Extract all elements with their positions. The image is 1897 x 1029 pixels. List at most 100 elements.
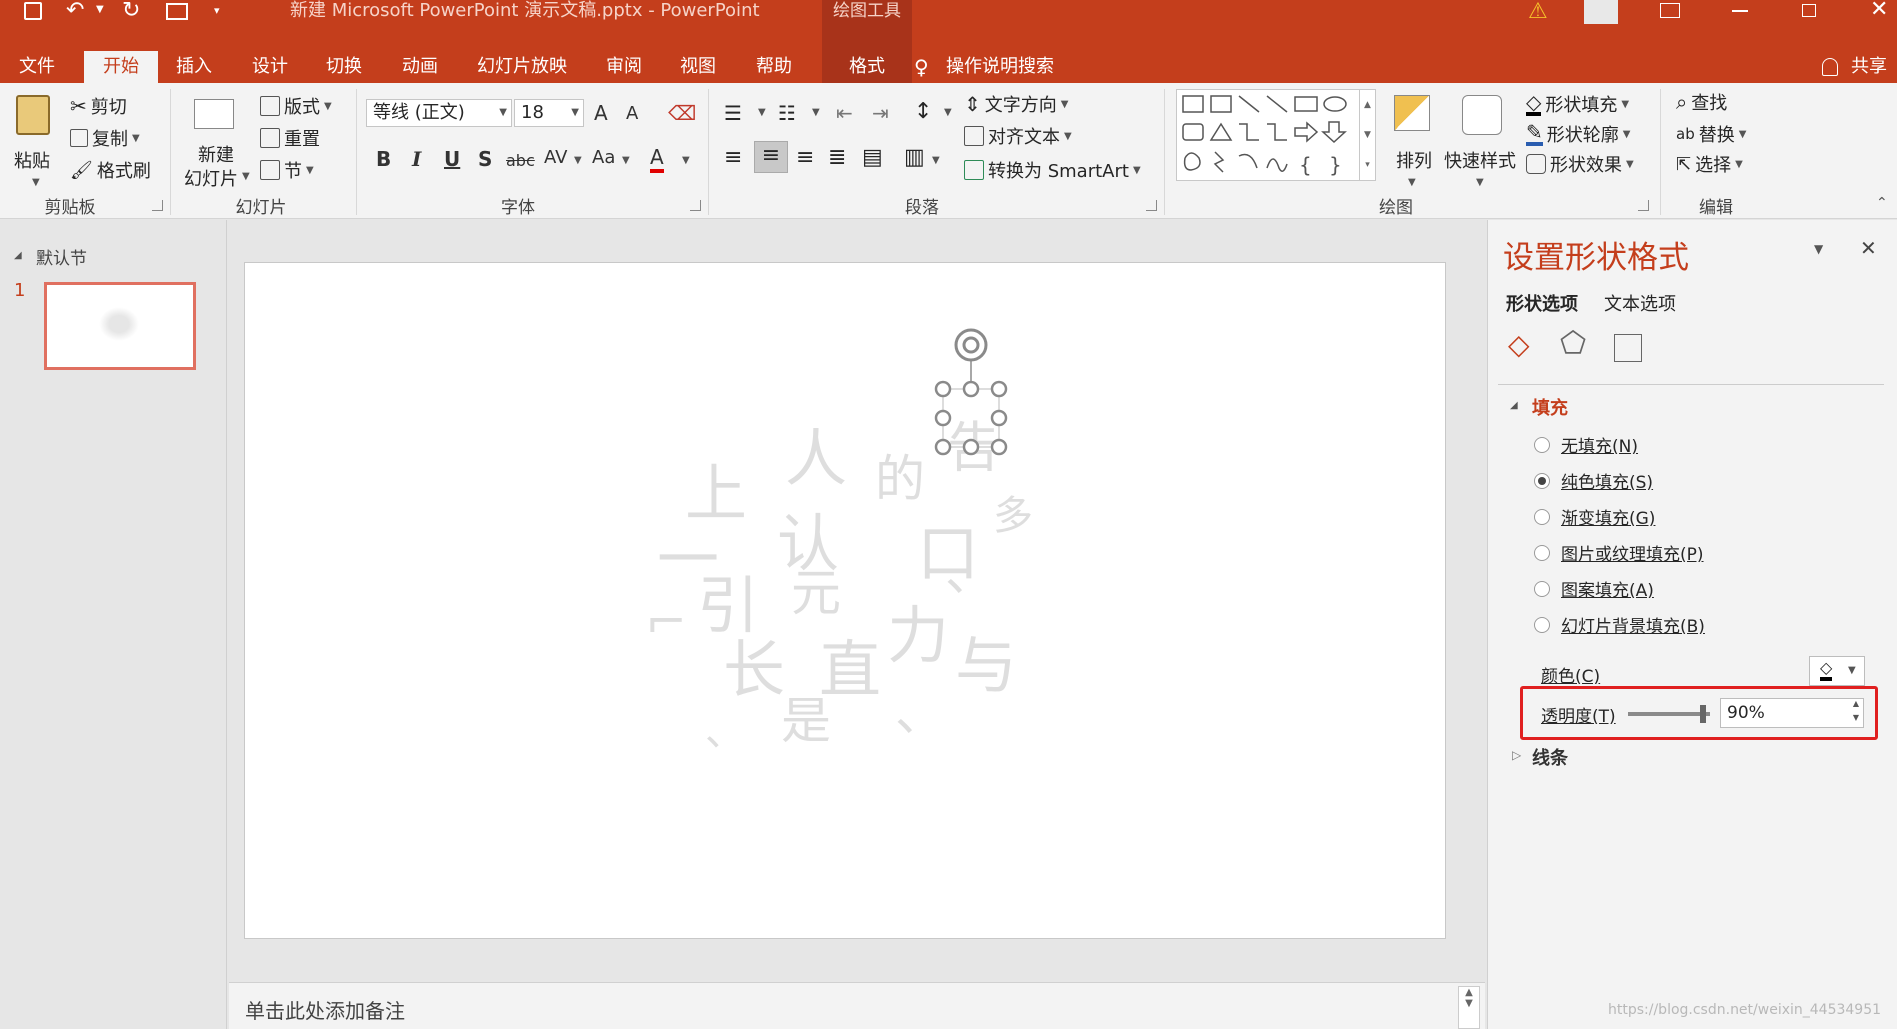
tab-transitions[interactable]: 切换 [310,51,378,83]
ribbon-display-icon[interactable] [1660,3,1680,18]
close-pane-icon[interactable]: ✕ [1860,236,1877,260]
char-spacing-button[interactable]: AV [544,147,567,168]
change-case-dropdown-icon[interactable]: ▼ [622,155,630,166]
pane-options-dropdown-icon[interactable]: ▼ [1814,242,1823,256]
font-size-combo[interactable]: 18 ▼ [514,99,584,127]
clear-formatting-icon[interactable]: ⌫ [668,101,696,125]
text-direction-button[interactable]: ⇕ 文字方向 ▼ [964,91,1068,117]
align-left-icon[interactable]: ≡ [724,145,742,170]
notes-placeholder[interactable]: 单击此处添加备注 [245,995,405,1024]
clipboard-launcher[interactable] [152,200,163,211]
line-section-toggle-icon[interactable]: ▷ [1512,748,1521,762]
slide-char[interactable]: 多 [993,483,1033,541]
font-name-combo[interactable]: 等线 (正文) ▼ [366,99,512,127]
spin-up-icon[interactable]: ▲ [1853,699,1859,708]
quick-styles-button[interactable]: 快速样式 ▼ [1444,91,1520,191]
radio-no-fill[interactable] [1534,437,1550,453]
shape-effects-button[interactable]: 形状效果 ▼ [1526,151,1634,177]
radio-picture-fill[interactable] [1534,545,1550,561]
lightbulb-icon[interactable]: ♀ [914,55,929,79]
underline-button[interactable]: U [444,147,460,171]
notes-area[interactable]: 单击此处添加备注 [229,982,1485,1029]
slide-char-stroke[interactable]: ⌐ [645,593,687,651]
vertical-scrollbar[interactable]: ▲ ▼ [1458,986,1480,1029]
shapes-gallery[interactable]: { } ▲ ▼ ▾ [1176,89,1376,181]
close-window-icon[interactable]: ✕ [1870,0,1888,22]
slide-char[interactable]: 元 [791,553,841,625]
drawing-launcher[interactable] [1638,200,1649,211]
collapse-ribbon-icon[interactable]: ⌃ [1876,195,1888,211]
slide-char-stroke[interactable]: 、 [705,699,745,757]
tab-design[interactable]: 设计 [236,51,304,83]
tab-format[interactable]: 格式 [822,51,912,83]
shape-fill-button[interactable]: ◇ 形状填充 ▼ [1526,91,1629,117]
numbering-icon[interactable]: ☷ [778,101,796,125]
font-color-button[interactable]: A [650,145,664,173]
columns-icon[interactable]: ▥ [904,145,925,170]
save-icon[interactable] [24,2,42,20]
label-solid-fill[interactable]: 纯色填充(S) [1561,468,1653,493]
shape-outline-button[interactable]: ✎ 形状轮廓 ▼ [1526,121,1630,147]
undo-dropdown-icon[interactable]: ▼ [96,4,104,15]
undo-icon[interactable]: ↶ [66,0,84,23]
font-launcher[interactable] [690,200,701,211]
transparency-slider[interactable] [1628,705,1710,723]
strikethrough-button[interactable]: abc [506,151,535,170]
transparency-input[interactable]: 90% ▲ ▼ [1720,698,1864,728]
tab-file[interactable]: 文件 [0,51,74,83]
section-collapse-icon[interactable]: ◢ [14,250,22,261]
transparency-slider-thumb[interactable] [1700,705,1706,723]
shrink-font-button[interactable]: A [626,103,638,124]
radio-background-fill[interactable] [1534,617,1550,633]
paragraph-launcher[interactable] [1146,200,1157,211]
distributed-icon[interactable]: ▤ [862,145,883,170]
tell-me-search[interactable]: 操作说明搜索 [946,51,1066,83]
tab-help[interactable]: 帮助 [740,51,808,83]
justify-icon[interactable]: ≣ [828,145,846,170]
grow-font-button[interactable]: A [594,101,608,125]
radio-gradient-fill[interactable] [1534,509,1550,525]
align-right-icon[interactable]: ≡ [796,145,814,170]
char-spacing-dropdown-icon[interactable]: ▼ [574,155,582,166]
tab-animations[interactable]: 动画 [386,51,454,83]
align-center-icon[interactable]: ≡ [754,141,788,173]
label-picture-fill[interactable]: 图片或纹理填充(P) [1561,540,1704,565]
tab-home[interactable]: 开始 [84,51,158,83]
radio-solid-fill[interactable] [1534,473,1550,489]
bullets-icon[interactable]: ☰ [724,101,742,125]
label-background-fill[interactable]: 幻灯片背景填充(B) [1561,612,1705,637]
tab-text-options[interactable]: 文本选项 [1604,290,1676,316]
fill-section-title[interactable]: 填充 [1532,394,1568,420]
restore-icon[interactable] [1802,4,1816,17]
slide-char[interactable]: 力 [887,585,949,675]
presentation-icon[interactable] [166,3,188,20]
slide-char[interactable]: 长 [723,619,785,709]
minimize-icon[interactable] [1732,10,1748,12]
line-spacing-icon[interactable]: ↕ [914,99,932,124]
bullets-dropdown-icon[interactable]: ▼ [758,107,766,118]
reset-button[interactable]: 重置 [260,125,320,151]
format-painter-button[interactable]: 🖌 格式刷 [70,157,151,183]
person-icon[interactable] [1822,58,1838,76]
columns-dropdown-icon[interactable]: ▼ [932,155,940,166]
increase-indent-icon[interactable]: ⇥ [872,101,889,125]
size-properties-icon[interactable] [1614,334,1642,362]
align-text-button[interactable]: 对齐文本 ▼ [964,123,1072,149]
gallery-scroll[interactable]: ▲ ▼ ▾ [1359,90,1375,180]
copy-button[interactable]: 复制 ▼ [70,125,140,151]
cut-button[interactable]: ✂ 剪切 [70,93,127,119]
tab-view[interactable]: 视图 [664,51,732,83]
fill-line-icon[interactable]: ◇ [1508,328,1530,361]
font-color-dropdown-icon[interactable]: ▼ [682,155,690,166]
tab-shape-options[interactable]: 形状选项 [1506,290,1578,316]
tab-slideshow[interactable]: 幻灯片放映 [462,51,582,83]
convert-smartart-button[interactable]: 转换为 SmartArt ▼ [964,157,1141,183]
slide-char[interactable]: 人 [785,408,847,498]
warning-icon[interactable]: ⚠ [1528,0,1548,24]
tab-insert[interactable]: 插入 [160,51,228,83]
selected-shape-handles[interactable] [925,323,1015,463]
bold-button[interactable]: B [376,147,391,171]
share-button[interactable]: 共享 [1844,51,1894,83]
fill-section-toggle-icon[interactable]: ◢ [1510,400,1518,411]
new-slide-button[interactable]: 新建 幻灯片 ▼ [180,91,250,191]
